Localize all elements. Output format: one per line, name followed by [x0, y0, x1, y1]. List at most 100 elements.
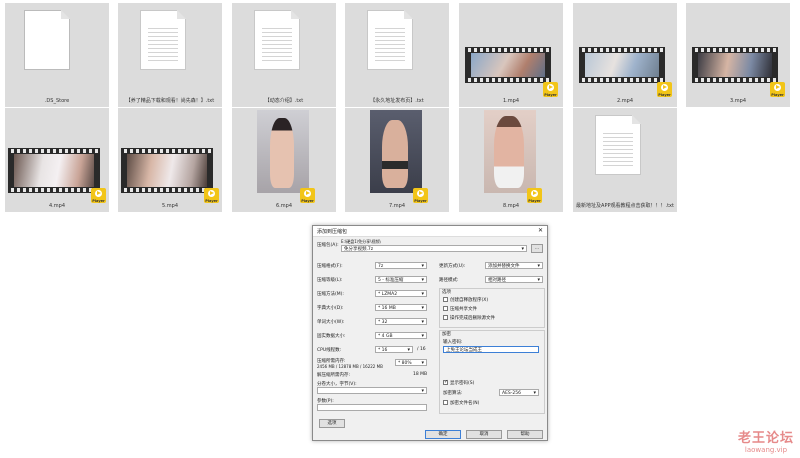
memory-value: 2456 MB / 12878 MB / 16222 MB: [317, 364, 383, 369]
add-to-archive-dialog: 添加到压缩包 ✕ 压缩包(A): E:\硬盘1\免分享\视频\ 免分享视频.7z…: [312, 225, 548, 441]
shared-files-checkbox[interactable]: [443, 306, 448, 311]
options-group-title: 选项: [442, 290, 451, 295]
update-label: 更新方式(U):: [439, 264, 466, 269]
archive-name-input[interactable]: 免分享视频.7z: [341, 245, 527, 252]
video-thumbnail: [579, 47, 665, 83]
player-badge-icon: Player: [300, 188, 315, 203]
shared-files-label: 压缩共享文件: [450, 307, 477, 312]
password-label: 输入密码:: [443, 340, 463, 345]
ok-button[interactable]: 确定: [425, 430, 461, 439]
player-badge-icon: Player: [657, 82, 672, 97]
options-button[interactable]: 选项: [319, 419, 345, 428]
video-thumbnail: [257, 110, 309, 193]
field-label: CPU线程数:: [317, 348, 342, 353]
password-input[interactable]: 上免王论坛当成王: [443, 346, 539, 353]
text-file-icon: [254, 10, 300, 70]
file-name: .DS_Store: [44, 98, 70, 104]
player-badge-icon: Player: [543, 82, 558, 97]
field-label: 字典大小(D):: [317, 306, 344, 311]
video-thumbnail: [692, 47, 778, 83]
file-name: 8.mp4: [503, 203, 519, 209]
file-tile[interactable]: .DS_Store: [5, 3, 109, 107]
field-label: 压缩等级(L):: [317, 278, 343, 283]
file-name: 1.mp4: [503, 98, 519, 104]
decompress-memory-label: 解压缩所需内存:: [317, 373, 351, 378]
encrypt-names-checkbox[interactable]: [443, 400, 448, 405]
encryption-method-label: 加密算法:: [443, 391, 463, 396]
field-label: 压缩格式(F):: [317, 264, 343, 269]
file-tile[interactable]: Player 4.mp4: [5, 108, 109, 212]
browse-button[interactable]: ...: [531, 244, 543, 253]
cpu-total: / 16: [417, 347, 426, 352]
show-password-label: 显示密码(S): [450, 381, 475, 386]
file-name: 3.mp4: [730, 98, 746, 104]
cancel-button[interactable]: 取消: [466, 430, 502, 439]
player-badge-icon: Player: [413, 188, 428, 203]
file-tile[interactable]: Player 3.mp4: [686, 3, 790, 107]
player-badge-icon: Player: [770, 82, 785, 97]
field-label: 固实数据大小:: [317, 334, 346, 339]
dialog-titlebar: 添加到压缩包 ✕: [313, 226, 547, 237]
split-select[interactable]: [317, 387, 427, 394]
watermark-url: laowang.vip: [744, 446, 788, 454]
params-input[interactable]: [317, 404, 427, 411]
file-name: 【养了精品下载和观看！尚先森！】.txt: [125, 98, 215, 104]
encrypt-names-label: 加密文件名(N): [450, 401, 480, 406]
file-name: 6.mp4: [276, 203, 292, 209]
file-name: 【永久地址发布页】.txt: [370, 98, 424, 104]
delete-after-checkbox[interactable]: [443, 315, 448, 320]
field-label: 单词大小(W):: [317, 320, 345, 325]
path-mode-label: 路径模式:: [439, 278, 459, 283]
file-name: 7.mp4: [389, 203, 405, 209]
video-thumbnail: [8, 148, 100, 193]
method-select[interactable]: * LZMA2: [375, 290, 427, 297]
file-tile[interactable]: Player 5.mp4: [118, 108, 222, 212]
sfx-checkbox[interactable]: [443, 297, 448, 302]
file-tile[interactable]: Player 8.mp4: [459, 108, 563, 212]
file-tile[interactable]: Player 6.mp4: [232, 108, 336, 212]
cpu-threads-select[interactable]: * 16: [375, 346, 413, 353]
text-file-icon: [367, 10, 413, 70]
archive-label: 压缩包(A):: [317, 243, 339, 248]
dictionary-select[interactable]: * 16 MB: [375, 304, 427, 311]
file-tile[interactable]: 【动态介绍】.txt: [232, 3, 336, 107]
watermark-text: 老王论坛: [737, 431, 794, 446]
decompress-memory-value: 18 MB: [413, 372, 428, 377]
file-name: 2.mp4: [617, 98, 633, 104]
file-name: 5.mp4: [162, 203, 178, 209]
encryption-method-select[interactable]: AES-256: [499, 389, 539, 396]
video-thumbnail: [370, 110, 422, 193]
solid-size-select[interactable]: * 4 GB: [375, 332, 427, 339]
player-badge-icon: Player: [204, 188, 219, 203]
path-mode-select[interactable]: 相对路径: [485, 276, 543, 283]
watermark: 老王论坛 laowang.vip: [738, 427, 794, 454]
field-label: 压缩方法(M):: [317, 292, 344, 297]
help-button[interactable]: 帮助: [507, 430, 543, 439]
format-select[interactable]: 7z: [375, 262, 427, 269]
encryption-group-title: 加密: [442, 332, 451, 337]
close-icon[interactable]: ✕: [538, 227, 543, 234]
show-password-checkbox[interactable]: ✓: [443, 379, 448, 385]
file-tile[interactable]: Player 7.mp4: [345, 108, 449, 212]
word-size-select[interactable]: * 32: [375, 318, 427, 325]
file-name: 最新地址及APP观看教程点击获取！！！.txt: [576, 203, 674, 209]
update-select[interactable]: 添加并替换文件: [485, 262, 543, 269]
delete-after-label: 操作完成后删除源文件: [450, 316, 495, 321]
video-thumbnail: [484, 110, 536, 193]
file-name: 【动态介绍】.txt: [264, 98, 304, 104]
player-badge-icon: Player: [91, 188, 106, 203]
text-file-icon: [140, 10, 186, 70]
video-thumbnail: [465, 47, 551, 83]
blank-file-icon: [24, 10, 70, 70]
memory-percent-select[interactable]: * 80%: [395, 359, 427, 366]
text-file-icon: [595, 115, 641, 175]
file-name: 4.mp4: [49, 203, 65, 209]
level-select[interactable]: 5 - 标准压缩: [375, 276, 427, 283]
video-thumbnail: [121, 148, 213, 193]
dialog-title: 添加到压缩包: [317, 229, 348, 235]
file-tile[interactable]: Player 2.mp4: [573, 3, 677, 107]
file-tile[interactable]: 【永久地址发布页】.txt: [345, 3, 449, 107]
file-tile[interactable]: 最新地址及APP观看教程点击获取！！！.txt: [573, 108, 677, 212]
file-tile[interactable]: 【养了精品下载和观看！尚先森！】.txt: [118, 3, 222, 107]
file-tile[interactable]: Player 1.mp4: [459, 3, 563, 107]
